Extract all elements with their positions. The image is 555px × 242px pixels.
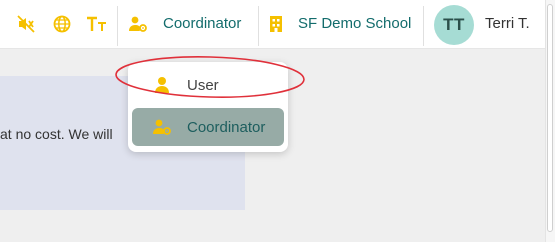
mute-icon[interactable]: [14, 12, 38, 36]
building-icon: [264, 12, 288, 36]
divider: [423, 6, 424, 46]
role-dropdown-menu: User Coordinator: [128, 62, 288, 152]
user-gear-icon[interactable]: [126, 12, 150, 36]
menu-item-user[interactable]: User: [132, 66, 284, 104]
menu-item-label: User: [187, 76, 219, 94]
user-icon: [152, 75, 172, 95]
divider: [258, 6, 259, 46]
globe-icon[interactable]: [50, 12, 74, 36]
school-selector[interactable]: SF Demo School: [298, 15, 411, 32]
user-gear-icon: [152, 117, 172, 137]
role-switcher[interactable]: Coordinator: [163, 15, 241, 32]
divider: [117, 6, 118, 46]
scrollbar-thumb[interactable]: [547, 4, 553, 232]
scrollbar[interactable]: [545, 0, 555, 242]
panel-text: at no cost. We will: [0, 126, 113, 142]
text-size-icon[interactable]: [85, 12, 109, 36]
menu-item-coordinator[interactable]: Coordinator: [132, 108, 284, 146]
top-bar: Coordinator SF Demo School TT Terri T.: [0, 0, 545, 49]
user-name[interactable]: Terri T.: [485, 15, 530, 32]
menu-item-label: Coordinator: [187, 118, 266, 136]
avatar[interactable]: TT: [434, 5, 474, 45]
